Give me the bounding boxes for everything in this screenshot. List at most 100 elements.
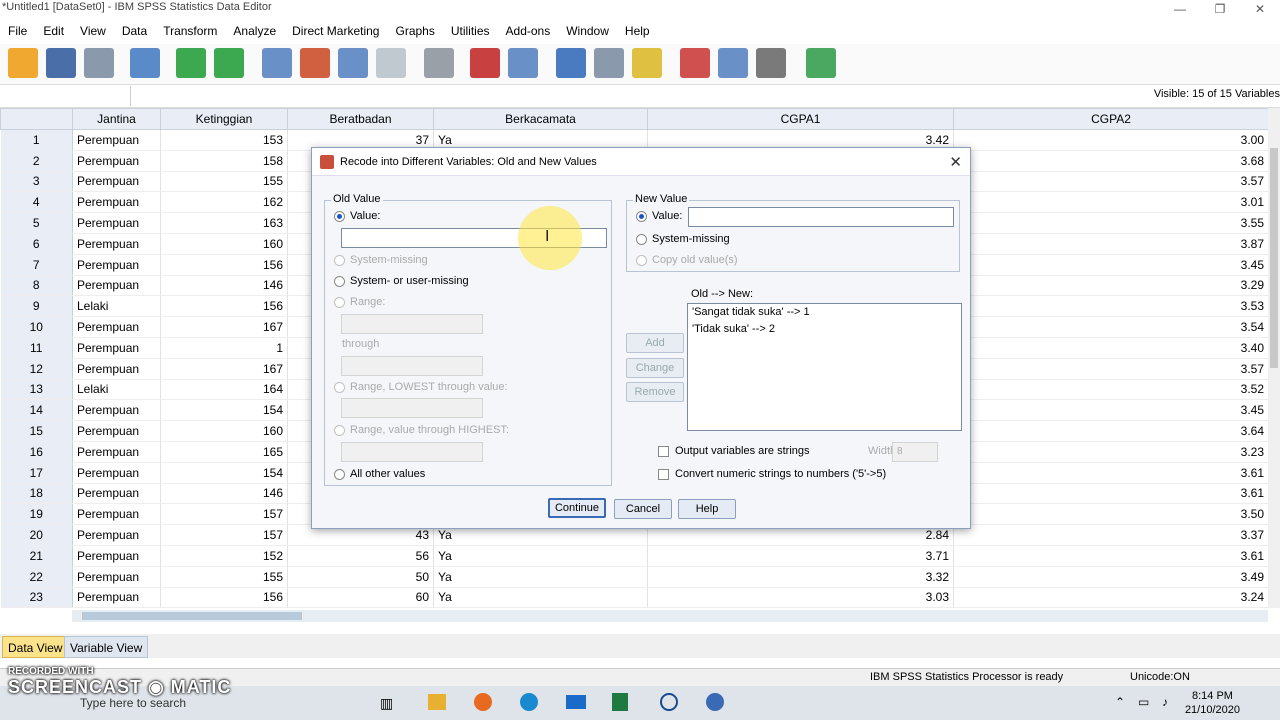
data-cell[interactable]: Perempuan — [72, 566, 161, 588]
goto-case-icon[interactable] — [262, 48, 292, 78]
data-cell[interactable]: Perempuan — [72, 358, 161, 380]
menu-edit[interactable]: Edit — [35, 24, 72, 38]
row-number[interactable]: 1 — [0, 129, 73, 151]
data-cell[interactable]: 60 — [287, 587, 434, 608]
menu-utilities[interactable]: Utilities — [443, 24, 498, 38]
continue-button[interactable]: Continue — [548, 498, 606, 518]
row-number[interactable]: 4 — [0, 191, 73, 214]
row-number[interactable]: 21 — [0, 545, 73, 567]
data-cell[interactable]: Perempuan — [72, 587, 161, 608]
row-number[interactable]: 7 — [0, 254, 73, 276]
list-item[interactable]: 'Sangat tidak suka' --> 1 — [688, 304, 961, 321]
convert-numeric-checkbox[interactable]: Convert numeric strings to numbers ('5'-… — [658, 468, 886, 480]
tab-variable-view[interactable]: Variable View — [64, 636, 149, 658]
data-cell[interactable]: 3.61 — [953, 462, 1268, 484]
copy-old-value-radio[interactable]: Copy old value(s) — [636, 254, 738, 266]
data-cell[interactable]: 165 — [160, 441, 288, 463]
range-lowest-radio[interactable]: Range, LOWEST through value: — [334, 381, 508, 393]
data-cell[interactable]: Perempuan — [72, 503, 161, 526]
width-input[interactable]: 8 — [892, 442, 938, 462]
data-cell[interactable]: 3.29 — [953, 275, 1268, 297]
menu-window[interactable]: Window — [558, 24, 617, 38]
data-cell[interactable]: 3.37 — [953, 524, 1268, 546]
column-header[interactable]: CGPA2 — [953, 108, 1268, 130]
data-cell[interactable]: 162 — [160, 191, 288, 214]
column-header[interactable]: Beratbadan — [287, 108, 434, 130]
data-cell[interactable]: 3.23 — [953, 441, 1268, 463]
data-cell[interactable]: 50 — [287, 566, 434, 588]
data-cell[interactable]: 3.53 — [953, 295, 1268, 318]
insert-variable-icon[interactable] — [508, 48, 538, 78]
all-other-values-radio[interactable]: All other values — [334, 468, 425, 480]
data-cell[interactable]: Perempuan — [72, 462, 161, 484]
row-number[interactable]: 9 — [0, 295, 73, 318]
tray-chevron-icon[interactable]: ⌃ — [1115, 695, 1125, 709]
data-cell[interactable]: 3.54 — [953, 316, 1268, 338]
new-value-input[interactable] — [688, 207, 954, 227]
data-cell[interactable]: Perempuan — [72, 337, 161, 359]
weight-cases-icon[interactable] — [594, 48, 624, 78]
data-cell[interactable]: Ya — [433, 587, 648, 608]
volume-icon[interactable]: ♪ — [1162, 695, 1168, 709]
edge-icon[interactable] — [520, 693, 538, 711]
data-cell[interactable]: Perempuan — [72, 524, 161, 546]
range-lowest-input[interactable] — [341, 398, 483, 418]
old-system-missing-radio[interactable]: System-missing — [334, 254, 428, 266]
remove-button[interactable]: Remove — [626, 382, 684, 402]
row-number[interactable]: 12 — [0, 358, 73, 380]
row-number[interactable]: 14 — [0, 399, 73, 422]
data-cell[interactable]: 1 — [160, 337, 288, 359]
data-cell[interactable]: 3.24 — [953, 587, 1268, 608]
data-cell[interactable]: Ya — [433, 545, 648, 567]
data-cell[interactable]: 3.57 — [953, 358, 1268, 380]
vertical-scrollbar[interactable] — [1268, 108, 1280, 608]
data-cell[interactable]: 56 — [287, 545, 434, 567]
data-cell[interactable]: 3.55 — [953, 212, 1268, 234]
menu-transform[interactable]: Transform — [155, 24, 225, 38]
menu-view[interactable]: View — [72, 24, 114, 38]
data-cell[interactable]: 3.49 — [953, 566, 1268, 588]
data-cell[interactable]: Perempuan — [72, 254, 161, 276]
data-cell[interactable]: 3.03 — [647, 587, 954, 608]
mail-icon[interactable] — [566, 695, 586, 709]
screencast-icon[interactable] — [660, 693, 678, 711]
data-cell[interactable]: 3.52 — [953, 379, 1268, 401]
split-file-icon[interactable] — [556, 48, 586, 78]
minimize-icon[interactable]: — — [1160, 0, 1200, 18]
row-number[interactable]: 23 — [0, 587, 73, 608]
network-icon[interactable]: ▭ — [1138, 695, 1149, 709]
menu-data[interactable]: Data — [114, 24, 155, 38]
data-cell[interactable]: 158 — [160, 150, 288, 172]
old-value-radio[interactable]: Value: — [334, 210, 380, 222]
column-header[interactable]: CGPA1 — [647, 108, 954, 130]
show-all-variables-icon[interactable] — [756, 48, 786, 78]
data-cell[interactable]: Perempuan — [72, 233, 161, 255]
open-folder-icon[interactable] — [8, 48, 38, 78]
data-cell[interactable]: 157 — [160, 503, 288, 526]
find-icon[interactable] — [424, 48, 454, 78]
cancel-button[interactable]: Cancel — [614, 499, 672, 519]
data-cell[interactable]: Perempuan — [72, 129, 161, 151]
use-variable-sets-icon[interactable] — [718, 48, 748, 78]
add-button[interactable]: Add — [626, 333, 684, 353]
row-number[interactable]: 15 — [0, 420, 73, 442]
data-cell[interactable]: Perempuan — [72, 171, 161, 193]
data-cell[interactable]: 160 — [160, 420, 288, 442]
data-cell[interactable]: 3.61 — [953, 483, 1268, 505]
data-cell[interactable]: 146 — [160, 483, 288, 505]
value-labels-icon[interactable] — [680, 48, 710, 78]
data-cell[interactable]: 153 — [160, 129, 288, 151]
data-cell[interactable]: 3.32 — [647, 566, 954, 588]
column-header[interactable]: Jantina — [72, 108, 161, 130]
data-cell[interactable]: 167 — [160, 316, 288, 338]
menu-help[interactable]: Help — [617, 24, 658, 38]
select-cases-icon[interactable] — [632, 48, 662, 78]
undo-icon[interactable] — [176, 48, 206, 78]
excel-icon[interactable] — [612, 693, 628, 711]
new-system-missing-radio[interactable]: System-missing — [636, 233, 730, 245]
row-number-header[interactable] — [0, 108, 73, 130]
data-cell[interactable]: Perempuan — [72, 545, 161, 567]
row-number[interactable]: 10 — [0, 316, 73, 338]
list-item[interactable]: 'Tidak suka' --> 2 — [688, 321, 961, 338]
range-to-input[interactable] — [341, 356, 483, 376]
